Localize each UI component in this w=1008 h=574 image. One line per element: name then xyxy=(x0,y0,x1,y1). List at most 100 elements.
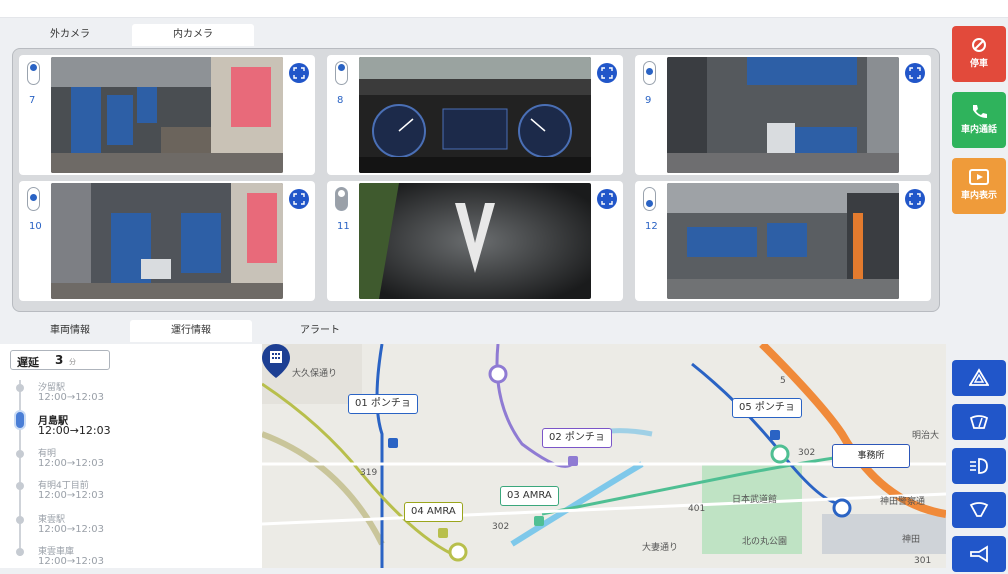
map-place-label: 日本武道館 xyxy=(732,495,778,505)
stop-time: 12:00→12:03 xyxy=(38,392,105,403)
stop-button-label: 停車 xyxy=(969,59,988,69)
map-place-label: 大久保通り xyxy=(292,369,338,379)
road-number: 302 xyxy=(492,522,510,532)
top-bar xyxy=(0,0,1008,18)
stop-time: 12:00→12:03 xyxy=(38,524,105,535)
stop-schedule: 遅延 3 分 汐留駅 12:00→12:03 月島駅 12:00→12:03 有… xyxy=(0,344,262,568)
front-wiper-button[interactable] xyxy=(952,492,1006,528)
camera-number: 10 xyxy=(29,221,42,232)
bus-label-03[interactable]: 03 AMRA xyxy=(500,486,559,506)
stop-marker xyxy=(16,384,24,392)
camera-tabs: 外カメラ 内カメラ xyxy=(0,24,950,46)
bus-label-02[interactable]: 02 ポンチョ xyxy=(542,428,612,448)
stop-item[interactable]: 有明 12:00→12:03 xyxy=(14,446,214,474)
road-number: 5 xyxy=(780,376,786,386)
camera-toggle[interactable] xyxy=(643,187,656,211)
stop-icon xyxy=(972,38,986,52)
stop-item[interactable]: 東雲駅 12:00→12:03 xyxy=(14,512,214,540)
stop-item[interactable]: 東雲車庫 12:00→12:03 xyxy=(14,544,214,572)
camera-number: 7 xyxy=(29,95,36,106)
stop-marker xyxy=(16,516,24,524)
stop-item[interactable]: 汐留駅 12:00→12:03 xyxy=(14,380,214,408)
bus-label-04[interactable]: 04 AMRA xyxy=(404,502,463,522)
wiper-icon xyxy=(969,415,989,429)
camera-cell-11: 11 xyxy=(327,181,623,301)
camera-cell-7: 7 xyxy=(19,55,315,175)
tab-operation-info[interactable]: 運行情報 xyxy=(130,320,252,342)
tab-alert[interactable]: アラート xyxy=(270,320,370,342)
tab-exterior-camera[interactable]: 外カメラ xyxy=(20,24,120,46)
map-place-label: 明治大 xyxy=(912,431,940,441)
route-map[interactable]: 大久保通り 日本武道館 北の丸公園 神田警察通 明治大 神田 大妻通り 302 … xyxy=(262,344,946,568)
stop-item[interactable]: 有明4丁目前 12:00→12:03 xyxy=(14,478,214,506)
bus-operation-dashboard: 外カメラ 内カメラ 7 8 9 10 11 12 車両情報 運行情報 アラート … xyxy=(0,0,1008,574)
map-place-label: 神田 xyxy=(902,535,921,545)
camera-number: 11 xyxy=(337,221,350,232)
stop-marker xyxy=(16,548,24,556)
horn-icon xyxy=(970,545,988,563)
camera-grid: 7 8 9 10 11 12 xyxy=(12,48,940,312)
map-place-label: 神田警察通 xyxy=(880,497,926,507)
road-number: 302 xyxy=(798,448,816,458)
office-pin-icon[interactable] xyxy=(262,344,290,378)
road-number: 301 xyxy=(914,556,932,566)
delay-value: 3 xyxy=(55,353,64,367)
tab-interior-camera[interactable]: 内カメラ xyxy=(132,24,254,46)
camera-toggle[interactable] xyxy=(27,61,40,85)
phone-icon xyxy=(973,105,987,118)
camera-toggle[interactable] xyxy=(335,61,348,85)
display-button-label: 車内表示 xyxy=(960,191,997,201)
stop-time: 12:00→12:03 xyxy=(38,424,111,437)
hazard-icon xyxy=(969,368,989,386)
camera-cell-10: 10 xyxy=(19,181,315,301)
camera-number: 8 xyxy=(337,95,344,106)
camera-cell-8: 8 xyxy=(327,55,623,175)
camera-number: 12 xyxy=(645,221,658,232)
intercom-button[interactable]: 車内通話 xyxy=(952,92,1006,148)
headlight-icon xyxy=(970,458,988,474)
front-wiper-icon xyxy=(969,502,989,517)
wiper-button[interactable] xyxy=(952,404,1006,440)
bus-label-05[interactable]: 05 ポンチョ xyxy=(732,398,802,418)
camera-cell-12: 12 xyxy=(635,181,931,301)
camera-number: 9 xyxy=(645,95,652,106)
current-stop-marker xyxy=(14,410,26,430)
camera-cell-9: 9 xyxy=(635,55,931,175)
delay-indicator: 遅延 3 分 xyxy=(10,350,110,370)
stop-time: 12:00→12:03 xyxy=(38,490,105,501)
camera-toggle[interactable] xyxy=(335,187,348,211)
camera-feed-9[interactable] xyxy=(667,57,899,173)
display-icon xyxy=(969,169,989,185)
headlight-button[interactable] xyxy=(952,448,1006,484)
info-tabs: 車両情報 運行情報 アラート xyxy=(0,320,950,342)
delay-label: 遅延 xyxy=(17,356,39,369)
delay-unit: 分 xyxy=(69,358,76,366)
expand-icon[interactable] xyxy=(289,189,309,209)
horn-button[interactable] xyxy=(952,536,1006,572)
expand-icon[interactable] xyxy=(905,63,925,83)
hazard-button[interactable] xyxy=(952,360,1006,396)
stop-time: 12:00→12:03 xyxy=(38,556,105,567)
expand-icon[interactable] xyxy=(905,189,925,209)
road-number: 401 xyxy=(688,504,706,514)
camera-feed-10[interactable] xyxy=(51,183,283,299)
stop-button[interactable]: 停車 xyxy=(952,26,1006,82)
expand-icon[interactable] xyxy=(597,63,617,83)
camera-feed-11[interactable] xyxy=(359,183,591,299)
stop-time: 12:00→12:03 xyxy=(38,458,105,469)
stop-marker xyxy=(16,450,24,458)
camera-feed-8[interactable] xyxy=(359,57,591,173)
display-button[interactable]: 車内表示 xyxy=(952,158,1006,214)
camera-feed-12[interactable] xyxy=(667,183,899,299)
map-place-label: 北の丸公園 xyxy=(742,537,788,547)
intercom-button-label: 車内通話 xyxy=(960,125,997,135)
camera-toggle[interactable] xyxy=(27,187,40,211)
camera-feed-7[interactable] xyxy=(51,57,283,173)
tab-vehicle-info[interactable]: 車両情報 xyxy=(20,320,120,342)
bus-label-01[interactable]: 01 ポンチョ xyxy=(348,394,418,414)
expand-icon[interactable] xyxy=(289,63,309,83)
stop-item-current[interactable]: 月島駅 12:00→12:03 xyxy=(14,410,214,440)
camera-toggle[interactable] xyxy=(643,61,656,85)
office-label[interactable]: 事務所 xyxy=(832,444,910,468)
expand-icon[interactable] xyxy=(597,189,617,209)
